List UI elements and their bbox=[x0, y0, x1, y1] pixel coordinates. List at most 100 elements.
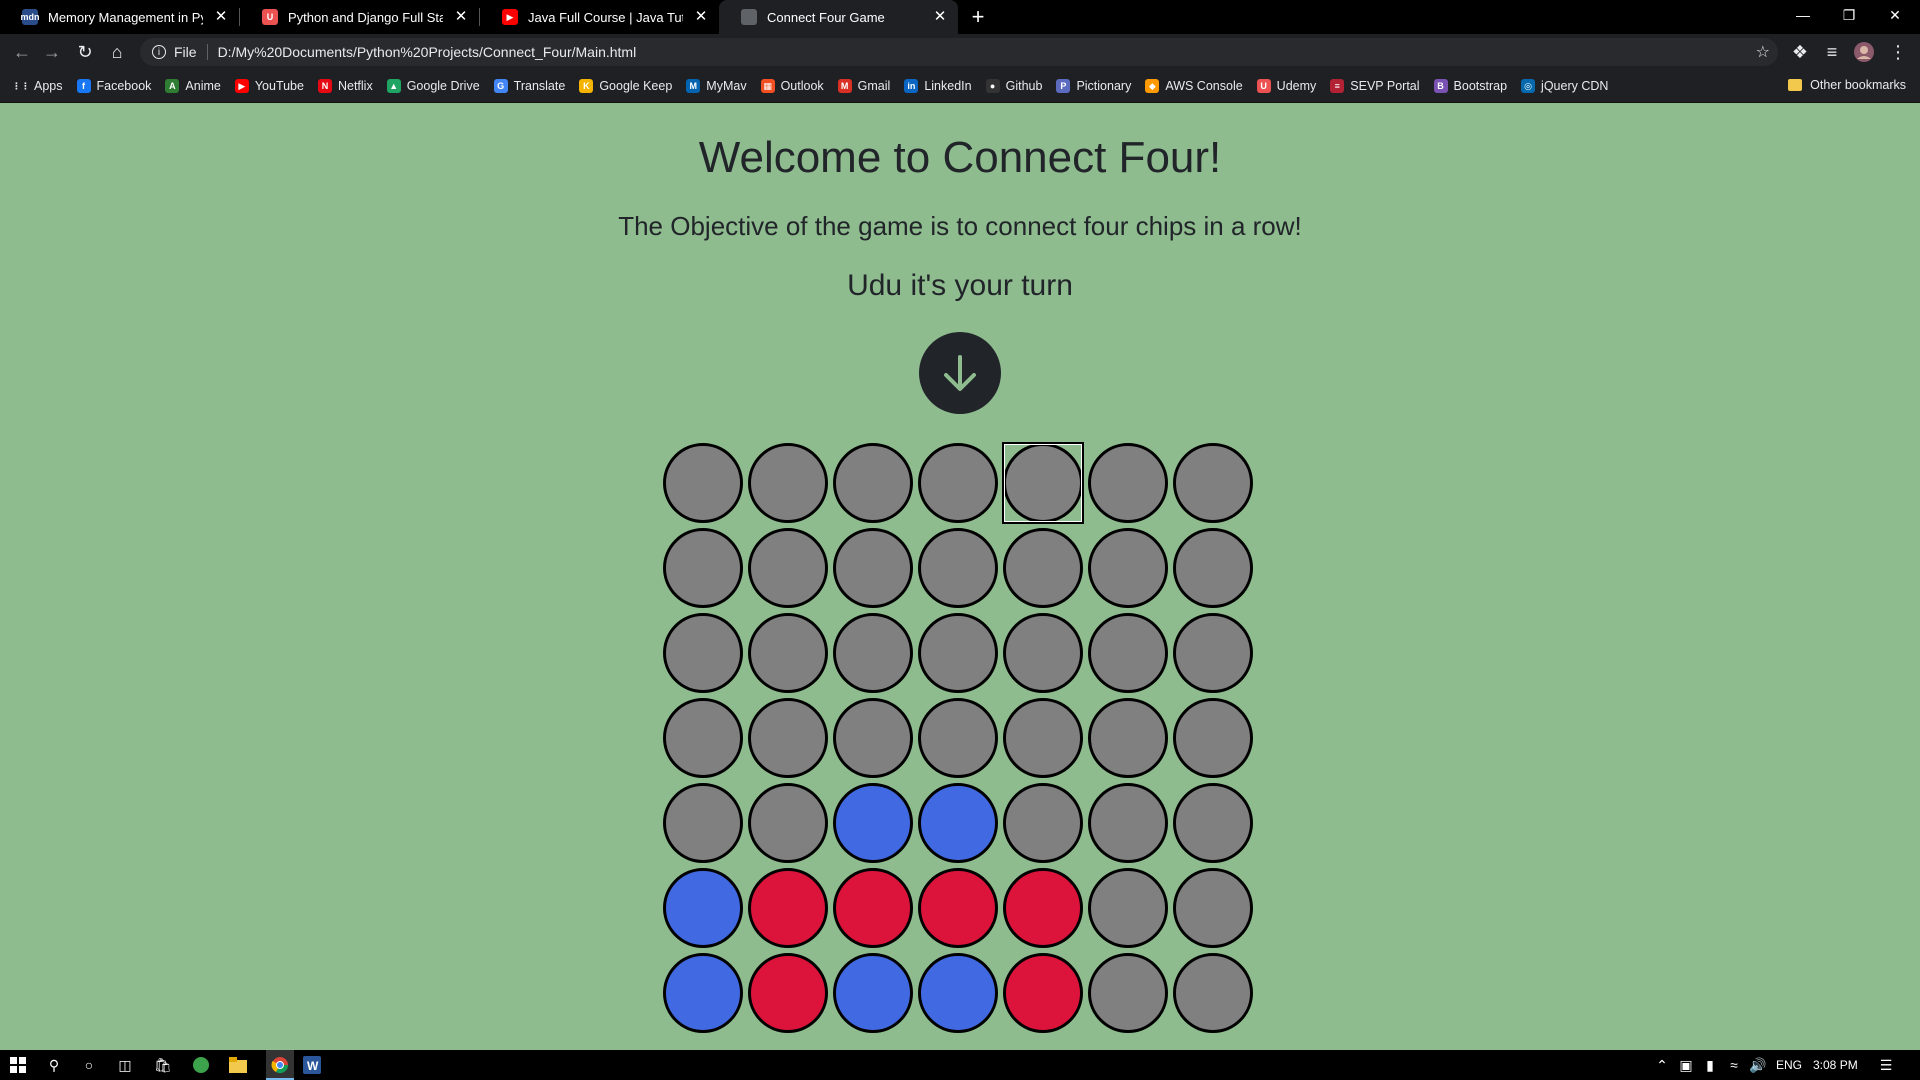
bookmark-mymav[interactable]: M MyMav bbox=[686, 79, 747, 93]
bookmark-apps[interactable]: ⋮⋮ Apps bbox=[12, 79, 63, 93]
language-indicator[interactable]: ENG bbox=[1776, 1058, 1802, 1072]
board-cell-empty[interactable] bbox=[1173, 443, 1253, 523]
bookmark-gmail[interactable]: M Gmail bbox=[837, 79, 890, 93]
board-cell-red[interactable] bbox=[918, 868, 998, 948]
bookmark-translate[interactable]: G Translate bbox=[493, 79, 565, 93]
board-cell-empty[interactable] bbox=[918, 613, 998, 693]
board-cell-red[interactable] bbox=[1003, 953, 1083, 1033]
board-cell-red[interactable] bbox=[1003, 868, 1083, 948]
board-cell-empty[interactable] bbox=[1088, 443, 1168, 523]
chrome-taskbar-icon[interactable] bbox=[266, 1050, 294, 1080]
board-cell-empty[interactable] bbox=[1088, 783, 1168, 863]
drop-chip-button[interactable] bbox=[919, 332, 1001, 414]
close-tab-icon[interactable]: ✕ bbox=[213, 8, 229, 25]
board-cell-empty[interactable] bbox=[833, 698, 913, 778]
extensions-icon[interactable]: ❖ bbox=[1788, 40, 1812, 64]
board-cell-empty[interactable] bbox=[833, 528, 913, 608]
board-cell-red[interactable] bbox=[748, 953, 828, 1033]
board-cell-empty[interactable] bbox=[918, 443, 998, 523]
board-cell-empty[interactable] bbox=[1173, 783, 1253, 863]
board-cell-empty[interactable] bbox=[748, 783, 828, 863]
board-cell-empty[interactable] bbox=[1003, 528, 1083, 608]
reload-icon[interactable]: ↻ bbox=[73, 40, 97, 64]
board-cell-blue[interactable] bbox=[918, 953, 998, 1033]
bookmark-github[interactable]: ● Github bbox=[985, 79, 1042, 93]
board-cell-empty[interactable] bbox=[833, 443, 913, 523]
menu-icon[interactable]: ⋮ bbox=[1886, 40, 1910, 64]
close-tab-icon[interactable]: ✕ bbox=[932, 8, 948, 25]
bookmark-udemy[interactable]: U Udemy bbox=[1256, 79, 1316, 93]
forward-icon[interactable]: → bbox=[40, 40, 64, 64]
board-cell-blue[interactable] bbox=[663, 868, 743, 948]
cortana-icon[interactable]: ○ bbox=[79, 1055, 99, 1075]
board-cell-empty[interactable] bbox=[1173, 953, 1253, 1033]
search-icon[interactable]: ⚲ bbox=[44, 1055, 64, 1075]
volume-icon[interactable]: 🔊 bbox=[1748, 1055, 1768, 1075]
back-icon[interactable]: ← bbox=[10, 40, 34, 64]
close-tab-icon[interactable]: ✕ bbox=[453, 8, 469, 25]
word-icon[interactable]: W bbox=[302, 1055, 322, 1075]
browser-tab[interactable]: U Python and Django Full Stack We ✕ bbox=[240, 0, 479, 34]
board-cell-empty[interactable] bbox=[1173, 613, 1253, 693]
browser-tab[interactable]: Connect Four Game ✕ bbox=[719, 0, 958, 34]
store-icon[interactable]: 🛍 bbox=[153, 1055, 173, 1075]
chevron-up-icon[interactable]: ⌃ bbox=[1652, 1055, 1672, 1075]
file-explorer-icon[interactable] bbox=[228, 1055, 248, 1075]
restore-icon[interactable]: ❐ bbox=[1826, 0, 1872, 30]
clock[interactable]: 3:08 PM bbox=[1813, 1058, 1858, 1072]
bookmark-youtube[interactable]: ▶ YouTube bbox=[234, 79, 304, 93]
board-cell-empty[interactable] bbox=[748, 443, 828, 523]
other-bookmarks[interactable]: Other bookmarks bbox=[1788, 78, 1906, 92]
windows-start-icon[interactable] bbox=[8, 1055, 28, 1075]
board-cell-empty[interactable] bbox=[1173, 528, 1253, 608]
board-cell-empty[interactable] bbox=[663, 443, 743, 523]
bookmark-facebook[interactable]: f Facebook bbox=[76, 79, 151, 93]
board-cell-empty[interactable] bbox=[663, 613, 743, 693]
board-cell-blue[interactable] bbox=[833, 953, 913, 1033]
bookmark-anime[interactable]: A Anime bbox=[165, 79, 221, 93]
app-green-icon[interactable] bbox=[191, 1055, 211, 1075]
battery-icon[interactable]: ▮ bbox=[1700, 1055, 1720, 1075]
board-cell-blue[interactable] bbox=[918, 783, 998, 863]
board-cell-red[interactable] bbox=[748, 868, 828, 948]
board-cell-empty[interactable] bbox=[663, 528, 743, 608]
browser-tab[interactable]: mdn Memory Management in Python ✕ bbox=[0, 0, 239, 34]
bookmark-star-icon[interactable]: ☆ bbox=[1756, 42, 1770, 62]
board-cell-red[interactable] bbox=[833, 868, 913, 948]
board-cell-empty[interactable] bbox=[1088, 953, 1168, 1033]
board-cell-empty[interactable] bbox=[1088, 528, 1168, 608]
bookmark-bootstrap[interactable]: B Bootstrap bbox=[1433, 79, 1507, 93]
board-cell-empty[interactable] bbox=[1003, 698, 1083, 778]
board-cell-empty[interactable] bbox=[663, 783, 743, 863]
bookmark-google-drive[interactable]: ▲ Google Drive bbox=[386, 79, 480, 93]
address-bar[interactable]: i File D:/My%20Documents/Python%20Projec… bbox=[140, 38, 1778, 66]
close-tab-icon[interactable]: ✕ bbox=[693, 8, 709, 25]
board-cell-empty[interactable] bbox=[1088, 613, 1168, 693]
bookmark-aws-console[interactable]: ◆ AWS Console bbox=[1145, 79, 1243, 93]
board-cell-empty[interactable] bbox=[918, 528, 998, 608]
board-cell-empty[interactable] bbox=[1173, 868, 1253, 948]
site-info-icon[interactable]: i bbox=[152, 45, 166, 59]
notifications-icon[interactable]: ☰ bbox=[1876, 1055, 1896, 1075]
board-cell-empty[interactable] bbox=[1088, 698, 1168, 778]
task-view-icon[interactable]: ◫ bbox=[115, 1055, 135, 1075]
bookmark-outlook[interactable]: ▦ Outlook bbox=[760, 79, 824, 93]
board-cell-empty[interactable] bbox=[748, 698, 828, 778]
board-cell-empty[interactable] bbox=[1003, 613, 1083, 693]
bookmark-sevp-portal[interactable]: ≡ SEVP Portal bbox=[1330, 79, 1420, 93]
browser-tab[interactable]: ▶ Java Full Course | Java Tutorial fo ✕ bbox=[480, 0, 719, 34]
bookmark-jquery-cdn[interactable]: ◎ jQuery CDN bbox=[1521, 79, 1608, 93]
board-cell-empty[interactable] bbox=[1173, 698, 1253, 778]
address-url[interactable]: D:/My%20Documents/Python%20Projects/Conn… bbox=[218, 44, 637, 60]
home-icon[interactable]: ⌂ bbox=[105, 40, 129, 64]
reading-list-icon[interactable]: ≡ bbox=[1820, 40, 1844, 64]
bookmark-google-keep[interactable]: K Google Keep bbox=[579, 79, 672, 93]
new-tab-icon[interactable]: + bbox=[958, 0, 998, 34]
board-cell-empty[interactable] bbox=[918, 698, 998, 778]
board-cell-empty[interactable] bbox=[1088, 868, 1168, 948]
board-cell-empty[interactable] bbox=[748, 613, 828, 693]
board-cell-empty[interactable] bbox=[663, 698, 743, 778]
profile-avatar[interactable] bbox=[1852, 40, 1876, 64]
bookmark-linkedin[interactable]: in LinkedIn bbox=[904, 79, 972, 93]
board-cell-blue[interactable] bbox=[663, 953, 743, 1033]
